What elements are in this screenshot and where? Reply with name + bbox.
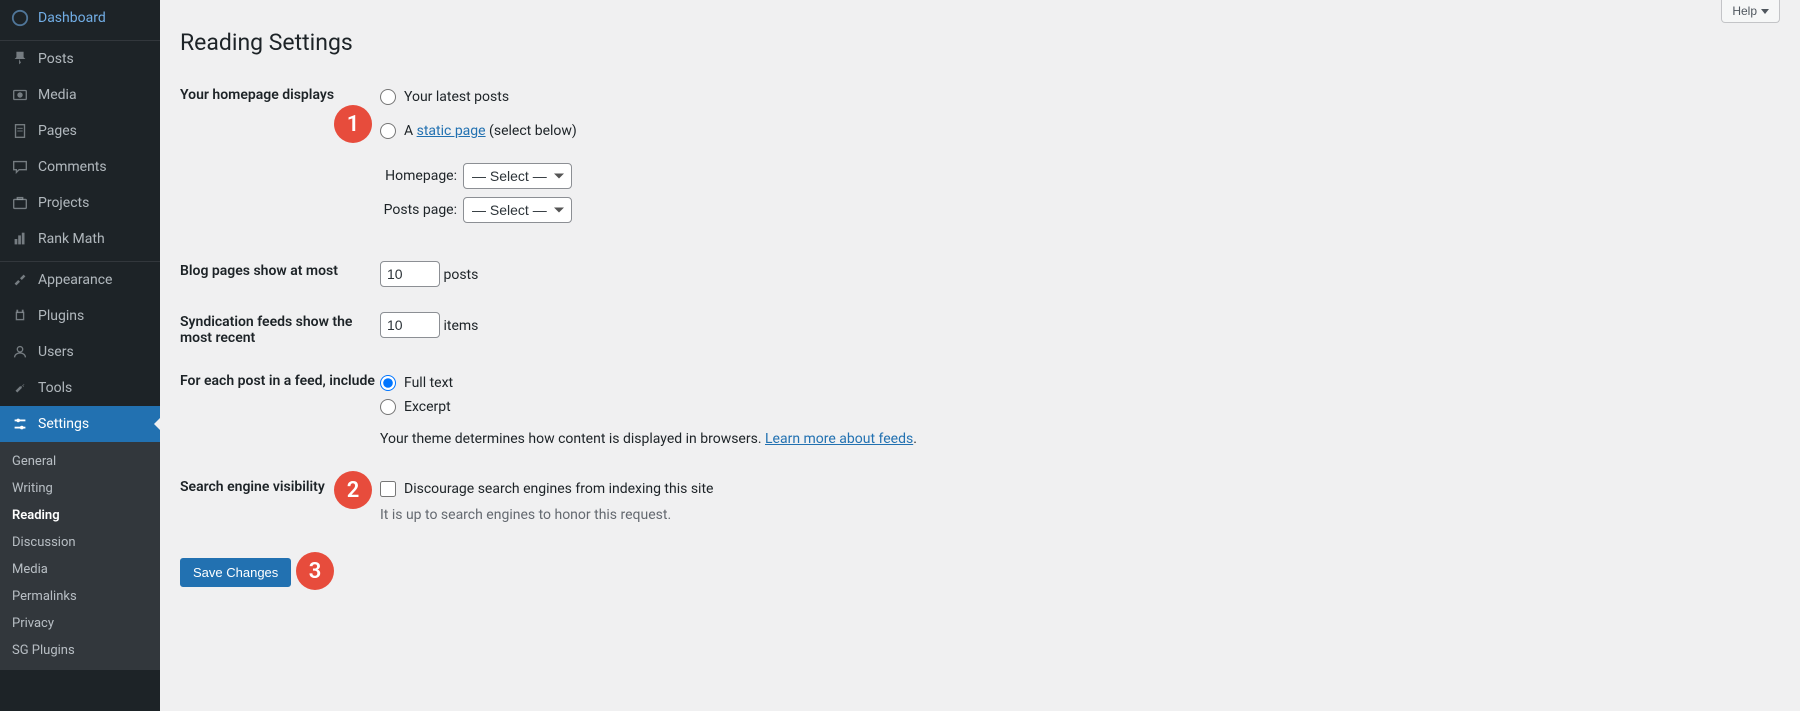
syndication-label: Syndication feeds show the most recent bbox=[180, 312, 380, 346]
rank-icon bbox=[10, 229, 30, 249]
discourage-label: Discourage search engines from indexing … bbox=[404, 481, 713, 497]
sidebar-item-tools[interactable]: Tools bbox=[0, 370, 160, 406]
admin-sidebar: Dashboard Posts Media Pages Comments Pro… bbox=[0, 0, 160, 711]
feed-theme-note: Your theme determines how content is dis… bbox=[380, 431, 1770, 447]
callout-marker-1: 1 bbox=[334, 105, 372, 143]
submenu-item-privacy[interactable]: Privacy bbox=[0, 610, 160, 637]
sidebar-item-label: Users bbox=[38, 344, 74, 360]
submenu-item-writing[interactable]: Writing bbox=[0, 475, 160, 502]
plug-icon bbox=[10, 306, 30, 326]
dashboard-icon bbox=[10, 8, 30, 28]
sidebar-item-plugins[interactable]: Plugins bbox=[0, 298, 160, 334]
settings-icon bbox=[10, 414, 30, 434]
submenu-item-discussion[interactable]: Discussion bbox=[0, 529, 160, 556]
submenu-item-permalinks[interactable]: Permalinks bbox=[0, 583, 160, 610]
sidebar-item-label: Comments bbox=[38, 159, 107, 175]
static-page-link[interactable]: static page bbox=[417, 123, 486, 139]
radio-latest-posts[interactable] bbox=[380, 89, 396, 105]
homepage-label: Your homepage displays bbox=[180, 85, 380, 103]
callout-marker-3: 3 bbox=[296, 552, 334, 590]
posts-page-select[interactable]: — Select — bbox=[463, 197, 572, 223]
sidebar-item-label: Posts bbox=[38, 51, 74, 67]
sidebar-item-label: Dashboard bbox=[38, 10, 106, 26]
feed-include-row: For each post in a feed, include Full te… bbox=[180, 356, 1780, 462]
sidebar-item-label: Tools bbox=[38, 380, 72, 396]
sidebar-item-rank-math[interactable]: Rank Math bbox=[0, 221, 160, 257]
search-visibility-note: It is up to search engines to honor this… bbox=[380, 507, 1770, 523]
sidebar-item-dashboard[interactable]: Dashboard bbox=[0, 0, 160, 36]
brush-icon bbox=[10, 270, 30, 290]
comments-icon bbox=[10, 157, 30, 177]
page-icon bbox=[10, 121, 30, 141]
chevron-down-icon bbox=[1761, 9, 1769, 14]
homepage-displays-row: Your homepage displays 1 Your latest pos… bbox=[180, 70, 1780, 246]
syndication-row: Syndication feeds show the most recent i… bbox=[180, 302, 1780, 356]
main-content: Help Reading Settings Your homepage disp… bbox=[160, 0, 1800, 711]
search-visibility-row: Search engine visibility 2 Discourage se… bbox=[180, 462, 1780, 538]
posts-page-select-label: Posts page: bbox=[380, 202, 457, 218]
blog-pages-input[interactable] bbox=[380, 261, 440, 287]
sidebar-item-label: Projects bbox=[38, 195, 89, 211]
syndication-suffix: items bbox=[443, 318, 478, 334]
syndication-input[interactable] bbox=[380, 312, 440, 338]
radio-latest-posts-label: Your latest posts bbox=[404, 89, 509, 105]
blog-pages-label: Blog pages show at most bbox=[180, 261, 380, 279]
sidebar-item-label: Rank Math bbox=[38, 231, 105, 247]
radio-static-page[interactable] bbox=[380, 123, 396, 139]
submenu-item-general[interactable]: General bbox=[0, 448, 160, 475]
sidebar-item-label: Pages bbox=[38, 123, 77, 139]
submenu-item-sg-plugins[interactable]: SG Plugins bbox=[0, 637, 160, 664]
submenu-item-reading[interactable]: Reading bbox=[0, 502, 160, 529]
blog-pages-row: Blog pages show at most posts bbox=[180, 246, 1780, 302]
sidebar-item-label: Settings bbox=[38, 416, 89, 432]
media-icon bbox=[10, 85, 30, 105]
radio-excerpt[interactable] bbox=[380, 399, 396, 415]
tools-icon bbox=[10, 378, 30, 398]
homepage-select[interactable]: — Select — bbox=[463, 163, 572, 189]
users-icon bbox=[10, 342, 30, 362]
submenu-item-media[interactable]: Media bbox=[0, 556, 160, 583]
callout-marker-2: 2 bbox=[334, 471, 372, 509]
settings-submenu: General Writing Reading Discussion Media… bbox=[0, 442, 160, 670]
help-button[interactable]: Help bbox=[1721, 0, 1780, 23]
sidebar-item-posts[interactable]: Posts bbox=[0, 41, 160, 77]
radio-full-text[interactable] bbox=[380, 375, 396, 391]
pin-icon bbox=[10, 49, 30, 69]
radio-full-text-label: Full text bbox=[404, 375, 453, 391]
help-label: Help bbox=[1732, 4, 1757, 18]
sidebar-item-pages[interactable]: Pages bbox=[0, 113, 160, 149]
sidebar-item-comments[interactable]: Comments bbox=[0, 149, 160, 185]
sidebar-item-label: Media bbox=[38, 87, 77, 103]
sidebar-item-appearance[interactable]: Appearance bbox=[0, 262, 160, 298]
discourage-checkbox[interactable] bbox=[380, 481, 396, 497]
blog-pages-suffix: posts bbox=[443, 267, 478, 283]
sidebar-item-label: Plugins bbox=[38, 308, 84, 324]
sidebar-item-projects[interactable]: Projects bbox=[0, 185, 160, 221]
radio-static-page-label: A static page (select below) bbox=[404, 123, 577, 139]
radio-excerpt-label: Excerpt bbox=[404, 399, 451, 415]
sidebar-item-label: Appearance bbox=[38, 272, 112, 288]
briefcase-icon bbox=[10, 193, 30, 213]
save-button[interactable]: Save Changes bbox=[180, 558, 291, 587]
sidebar-item-media[interactable]: Media bbox=[0, 77, 160, 113]
page-title: Reading Settings bbox=[180, 20, 1780, 60]
homepage-select-label: Homepage: bbox=[380, 168, 457, 184]
sidebar-item-users[interactable]: Users bbox=[0, 334, 160, 370]
learn-more-feeds-link[interactable]: Learn more about feeds bbox=[765, 431, 913, 447]
feed-include-label: For each post in a feed, include bbox=[180, 371, 380, 389]
sidebar-item-settings[interactable]: Settings bbox=[0, 406, 160, 442]
